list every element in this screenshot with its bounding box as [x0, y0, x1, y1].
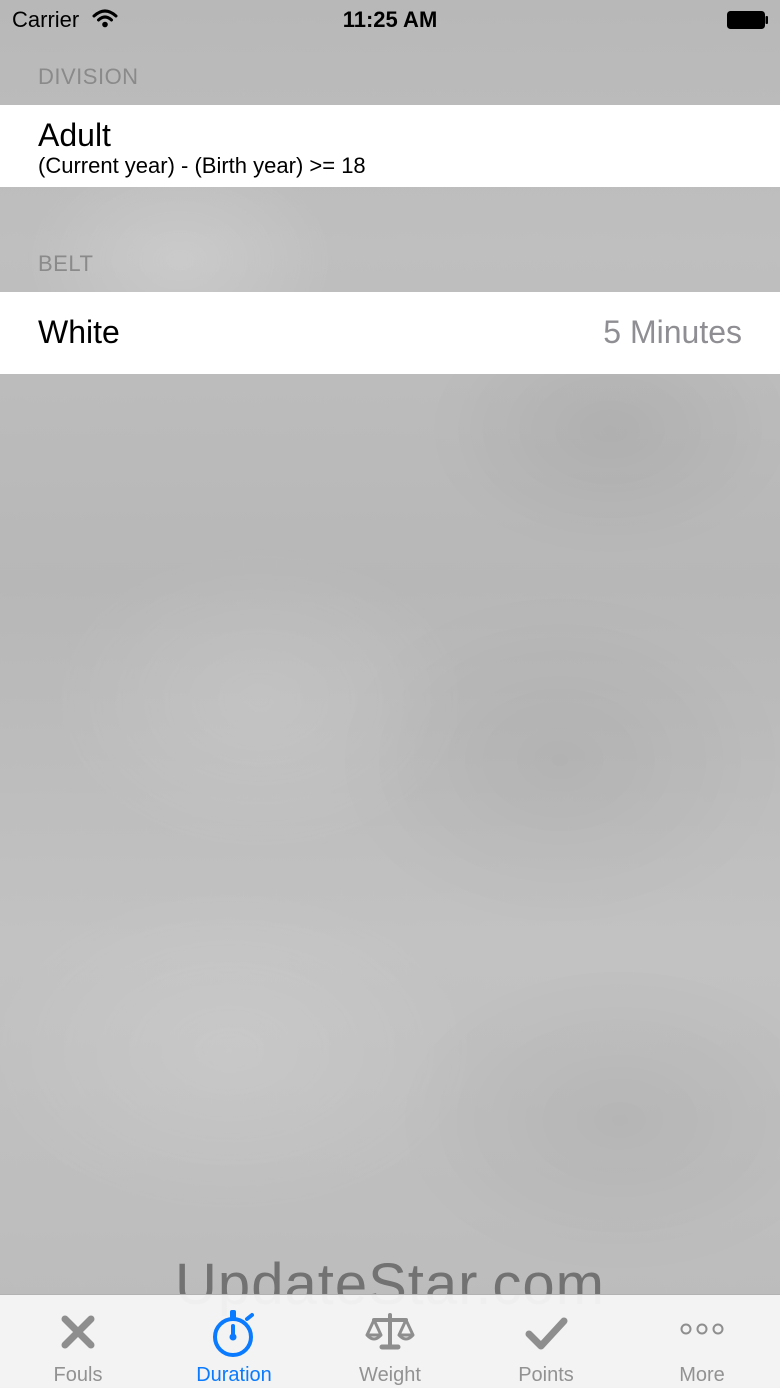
division-subtitle: (Current year) - (Birth year) >= 18	[38, 153, 366, 178]
checkmark-icon	[525, 1317, 568, 1350]
close-icon	[61, 1315, 95, 1349]
tab-points[interactable]: Points	[468, 1295, 624, 1388]
belt-row-white[interactable]: White 5 Minutes	[0, 292, 780, 374]
division-row-adult[interactable]: Adult (Current year) - (Birth year) >= 1…	[0, 105, 780, 187]
status-bar: Carrier 11:25 AM	[0, 0, 780, 40]
tab-bar: Fouls Duration Weight Points More	[0, 1294, 780, 1388]
tab-duration[interactable]: Duration	[156, 1295, 312, 1388]
division-title: Adult	[38, 117, 111, 153]
stopwatch-icon	[213, 1310, 254, 1357]
tab-more[interactable]: More	[624, 1295, 780, 1388]
belt-duration-detail: 5 Minutes	[603, 314, 742, 350]
more-icon	[680, 1323, 724, 1335]
tab-more-label: More	[679, 1364, 725, 1386]
tab-weight-label: Weight	[359, 1364, 421, 1386]
tab-weight[interactable]: Weight	[312, 1295, 468, 1388]
tab-duration-label: Duration	[196, 1364, 272, 1386]
status-time: 11:25 AM	[342, 7, 438, 32]
battery-icon	[727, 11, 768, 29]
tab-points-label: Points	[518, 1364, 574, 1386]
belt-title: White	[38, 314, 120, 350]
tab-fouls[interactable]: Fouls	[0, 1295, 156, 1388]
tab-fouls-label: Fouls	[53, 1364, 103, 1386]
division-section-header: DIVISION	[38, 64, 139, 89]
scale-icon	[365, 1313, 415, 1350]
belt-section-header: BELT	[38, 251, 94, 276]
